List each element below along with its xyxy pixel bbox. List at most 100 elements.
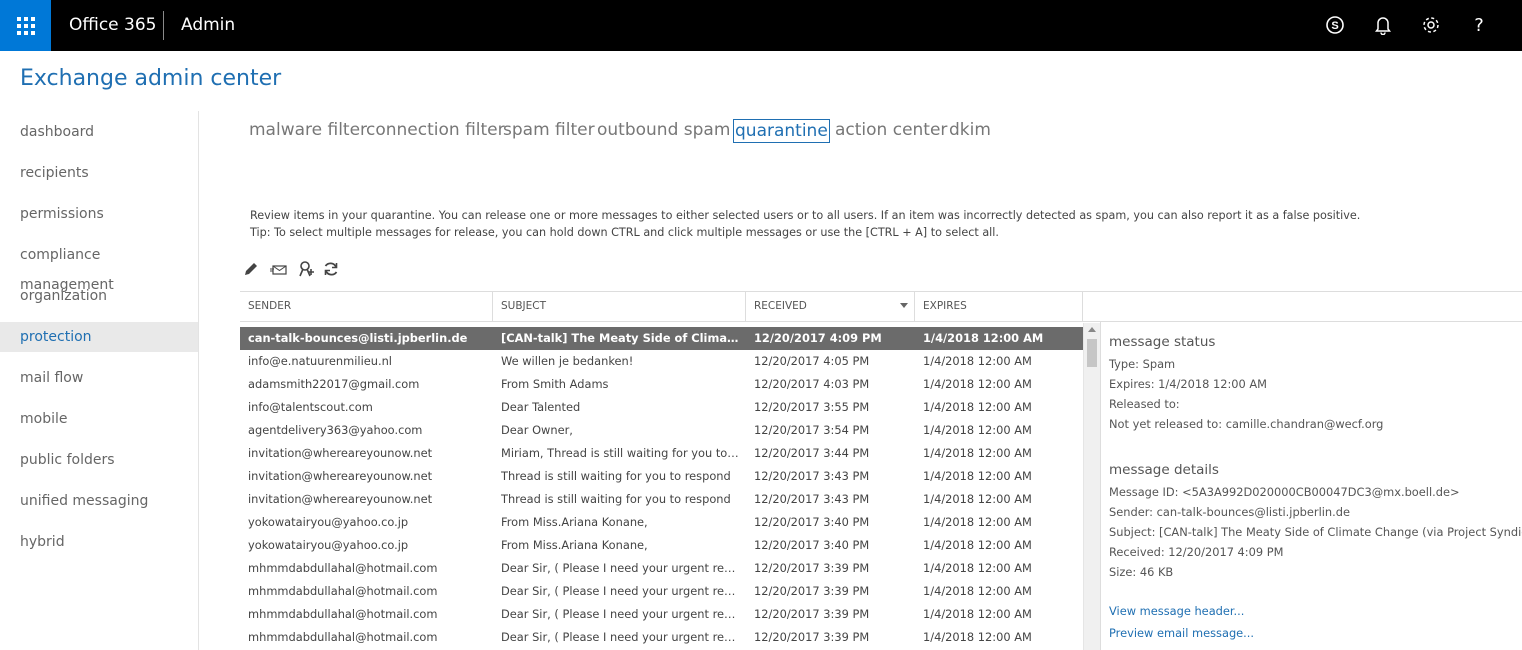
quarantine-table: can-talk-bounces@listi.jpberlin.de [CAN-t… [240,327,1083,650]
release-message-icon[interactable] [270,260,290,280]
tab-quarantine[interactable]: quarantine [733,119,830,143]
view-message-header-link[interactable]: View message header... [1109,604,1244,618]
detail-received: Received: 12/20/2017 4:09 PM [1109,545,1284,559]
table-row[interactable]: yokowatairyou@yahoo.co.jp From Miss.Arian… [240,511,1083,534]
detail-message-id: Message ID: <5A3A992D020000CB00047DC3@mx… [1109,485,1460,499]
svg-text:S: S [1331,20,1338,32]
description-text: Review items in your quarantine. You can… [250,209,1361,222]
details-pane: message status Type: Spam Expires: 1/4/2… [1100,322,1522,650]
preview-email-message-link[interactable]: Preview email message... [1109,626,1254,640]
cell-received: 12/20/2017 3:54 PM [754,423,870,437]
app-launcher-icon[interactable] [0,0,51,51]
table-row[interactable]: mhmmdabdullahal@hotmail.com Dear Sir, ( P… [240,557,1083,580]
tip-text: Tip: To select multiple messages for rel… [250,226,999,239]
skype-icon[interactable]: S [1321,11,1349,39]
cell-subject: Thread is still waiting for you to respo… [501,469,731,483]
gear-icon[interactable] [1417,11,1445,39]
cell-sender: adamsmith22017@gmail.com [248,377,420,391]
cell-received: 12/20/2017 3:39 PM [754,607,870,621]
column-header-expires[interactable]: EXPIRES [915,292,1083,321]
nav-item-public-folders[interactable]: public folders [0,445,198,475]
tab-action-center[interactable]: action center [835,119,947,143]
cell-expires: 1/4/2018 12:00 AM [923,400,1032,414]
tab-malware-filter[interactable]: malware filter [249,119,367,143]
cell-expires: 1/4/2018 12:00 AM [923,446,1032,460]
nav-item-protection[interactable]: protection [0,322,198,352]
table-row[interactable]: invitation@whereareyounow.net Thread is s… [240,488,1083,511]
cell-received: 12/20/2017 3:43 PM [754,492,870,506]
cell-expires: 1/4/2018 12:00 AM [923,469,1032,483]
cell-received: 12/20/2017 4:03 PM [754,377,870,391]
nav-item-compliance-management[interactable]: compliance management [0,240,198,293]
message-status-heading: message status [1109,334,1216,350]
cell-sender: info@e.natuurenmilieu.nl [248,354,392,368]
tab-dkim[interactable]: dkim [949,119,991,143]
column-header-received[interactable]: RECEIVED [746,292,915,321]
cell-sender: info@talentscout.com [248,400,373,414]
nav-item-mail-flow[interactable]: mail flow [0,363,198,393]
table-row[interactable]: adamsmith22017@gmail.com From Smith Adams… [240,373,1083,396]
detail-sender: Sender: can-talk-bounces@listi.jpberlin.… [1109,505,1350,519]
cell-expires: 1/4/2018 12:00 AM [923,423,1032,437]
brand-title[interactable]: Office 365 [69,15,156,35]
table-row[interactable]: info@e.natuurenmilieu.nl We willen je bed… [240,350,1083,373]
nav-item-recipients[interactable]: recipients [0,158,198,188]
cell-received: 12/20/2017 3:40 PM [754,538,870,552]
scroll-up-icon[interactable] [1088,327,1096,332]
table-row[interactable]: yokowatairyou@yahoo.co.jp From Miss.Arian… [240,534,1083,557]
table-row[interactable]: mhmmdabdullahal@hotmail.com Dear Sir, ( P… [240,580,1083,603]
cell-received: 12/20/2017 3:39 PM [754,584,870,598]
cell-sender: yokowatairyou@yahoo.co.jp [248,538,409,552]
report-false-positive-icon[interactable] [297,260,317,280]
cell-subject: Thread is still waiting for you to respo… [501,492,731,506]
table-row[interactable]: mhmmdabdullahal@hotmail.com Dear Sir, ( P… [240,626,1083,649]
table-row[interactable]: invitation@whereareyounow.net Thread is s… [240,465,1083,488]
cell-expires: 1/4/2018 12:00 AM [923,538,1032,552]
table-header: SENDER SUBJECT RECEIVED EXPIRES [240,291,1522,322]
table-row[interactable]: info@talentscout.com Dear Talented 12/20/2… [240,396,1083,419]
column-header-subject[interactable]: SUBJECT [493,292,746,321]
table-row[interactable]: agentdelivery363@yahoo.com Dear Owner, 12/… [240,419,1083,442]
nav-item-organization[interactable]: organization [0,281,198,311]
cell-received: 12/20/2017 3:40 PM [754,515,870,529]
cell-received: 12/20/2017 3:44 PM [754,446,870,460]
cell-subject: From Miss.Ariana Konane, [501,538,648,552]
column-header-sender[interactable]: SENDER [240,292,493,321]
scroll-thumb[interactable] [1087,339,1097,367]
table-row[interactable]: mhmmdabdullahal@hotmail.com Dear Sir, ( P… [240,603,1083,626]
nav-item-permissions[interactable]: permissions [0,199,198,229]
tab-spam-filter[interactable]: spam filter [503,119,595,143]
cell-expires: 1/4/2018 12:00 AM [923,584,1032,598]
detail-expires: Expires: 1/4/2018 12:00 AM [1109,377,1268,391]
table-row[interactable]: can-talk-bounces@listi.jpberlin.de [CAN-t… [240,327,1083,350]
detail-type: Type: Spam [1109,357,1176,371]
edit-icon[interactable] [242,260,262,280]
tab-outbound-spam[interactable]: outbound spam [597,119,730,143]
divider [163,11,164,40]
app-title[interactable]: Admin [181,15,235,35]
nav-item-hybrid[interactable]: hybrid [0,527,198,557]
nav-item-mobile[interactable]: mobile [0,404,198,434]
cell-received: 12/20/2017 4:05 PM [754,354,870,368]
nav-item-unified-messaging[interactable]: unified messaging [0,486,198,516]
cell-subject: Dear Sir, ( Please I need your urgent re… [501,584,741,598]
help-icon[interactable]: ? [1465,11,1493,39]
table-scrollbar[interactable] [1083,323,1100,650]
sort-descending-icon [900,303,908,308]
detail-subject: Subject: [CAN-talk] The Meaty Side of Cl… [1109,525,1522,539]
bell-icon[interactable] [1369,11,1397,39]
tab-connection-filter[interactable]: connection filter [366,119,505,143]
cell-subject: Dear Owner, [501,423,573,437]
cell-received: 12/20/2017 3:39 PM [754,630,870,644]
refresh-icon[interactable] [322,260,342,280]
cell-expires: 1/4/2018 12:00 AM [923,630,1032,644]
top-bar: Office 365 Admin S ? [0,0,1522,51]
cell-subject: [CAN-talk] The Meaty Side of Climate Cha… [501,331,741,345]
page-title: Exchange admin center [20,66,282,91]
nav-item-dashboard[interactable]: dashboard [0,117,198,147]
cell-expires: 1/4/2018 12:00 AM [923,331,1044,345]
cell-subject: Dear Talented [501,400,581,414]
table-row[interactable]: invitation@whereareyounow.net Miriam, Thr… [240,442,1083,465]
cell-sender: agentdelivery363@yahoo.com [248,423,423,437]
cell-expires: 1/4/2018 12:00 AM [923,515,1032,529]
